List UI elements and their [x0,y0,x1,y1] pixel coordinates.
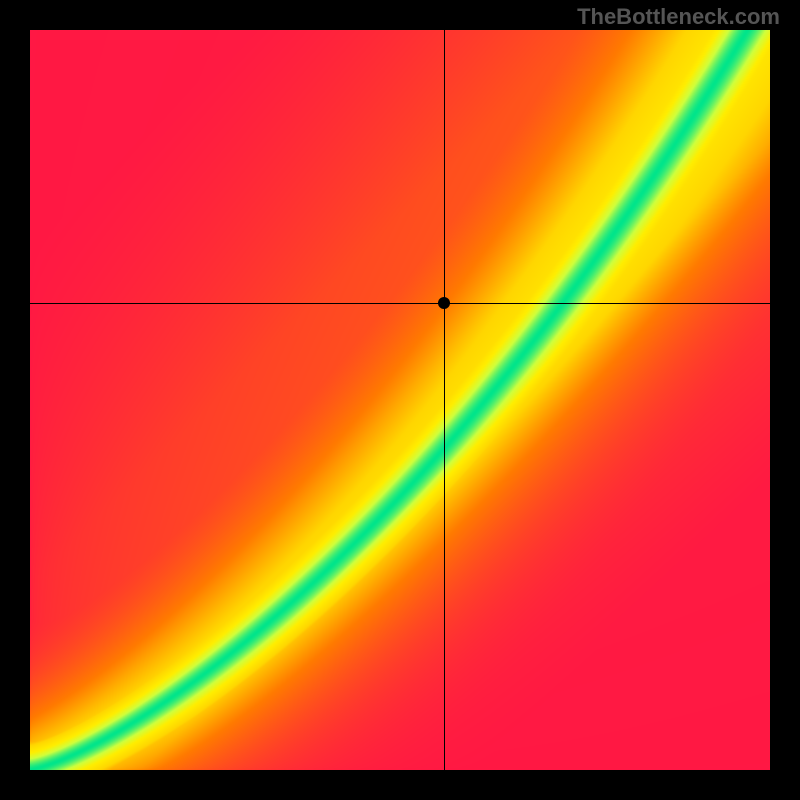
watermark-text: TheBottleneck.com [577,4,780,30]
heatmap-canvas [30,30,770,770]
crosshair-vertical [444,30,445,770]
crosshair-horizontal [30,303,770,304]
data-point-marker [438,297,450,309]
heatmap-plot [30,30,770,770]
